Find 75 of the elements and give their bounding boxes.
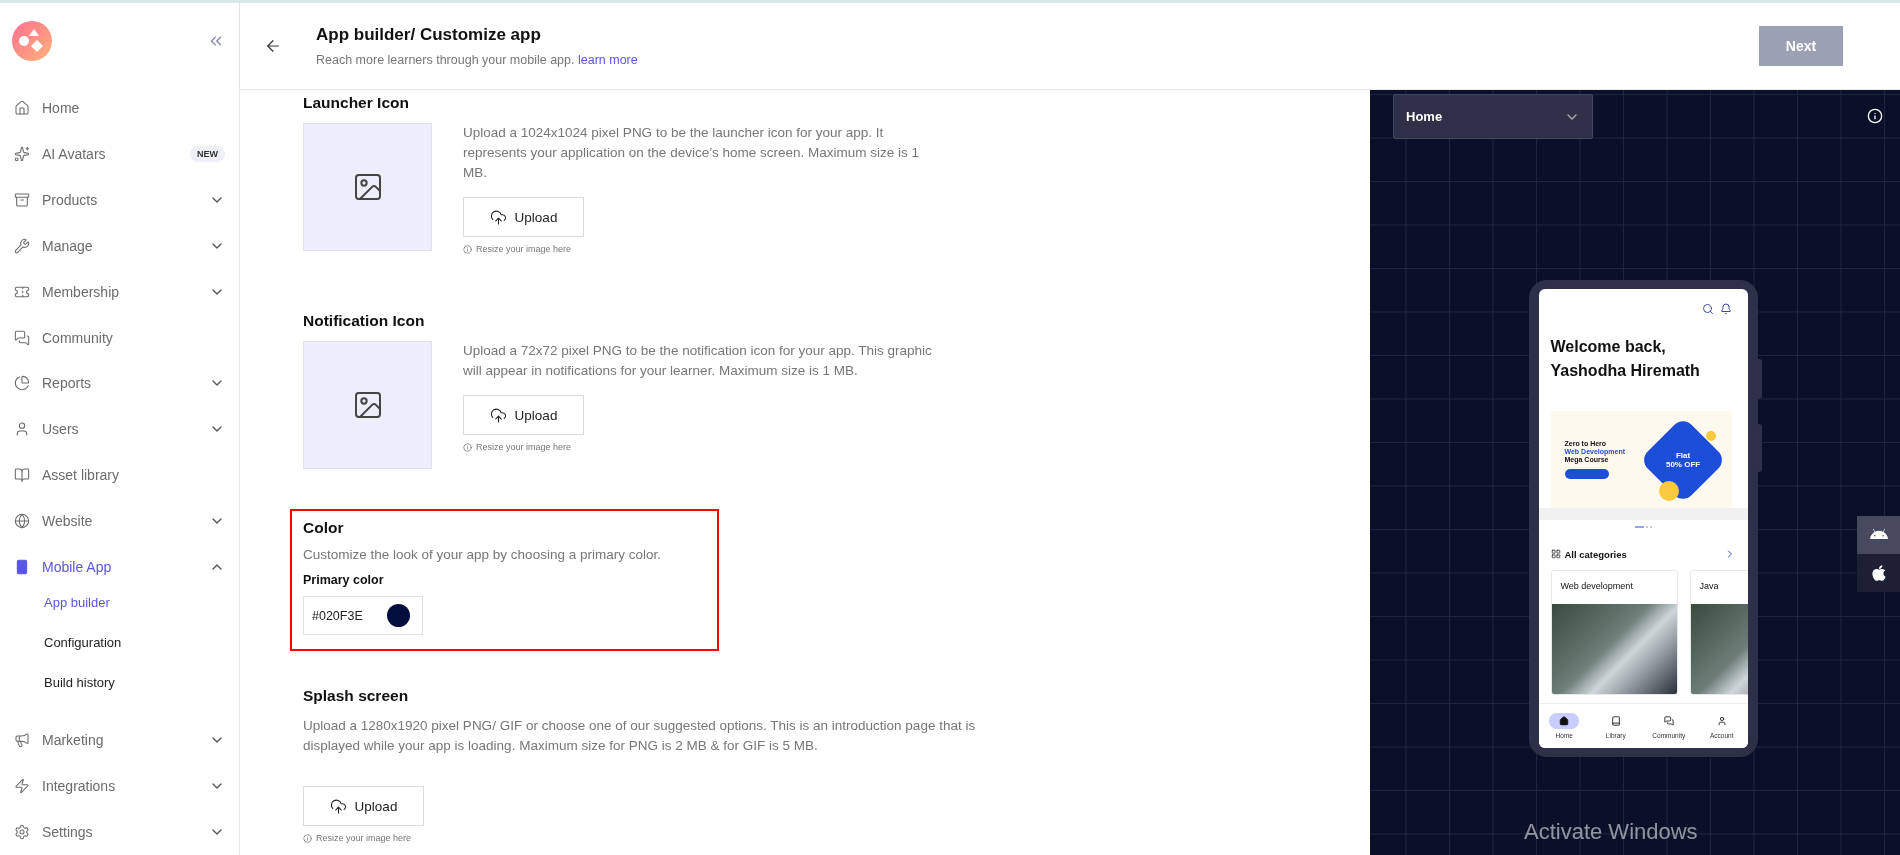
circle-decoration (1658, 481, 1679, 501)
archive-box-icon (14, 191, 30, 208)
megaphone-icon (14, 732, 30, 749)
categories-title: All categories (1564, 548, 1628, 560)
section-description: Upload a 1280x1920 pixel PNG/ GIF or choose one of our suggested options. This is an introduction page that is displayed while your app is loading. Maximum size for PNG is 2 MB & for GIF is 5 MB. (303, 717, 977, 755)
category-card[interactable]: Java (1689, 570, 1748, 695)
sidebar-item[interactable]: Integrations (0, 763, 239, 809)
section-title: Notification Icon (303, 312, 426, 330)
new-badge: NEW (190, 145, 225, 162)
info-icon (303, 833, 312, 843)
cloud-upload-icon (489, 406, 507, 424)
category-card[interactable]: Web development (1550, 570, 1678, 695)
info-icon (463, 244, 472, 254)
sidebar-item[interactable]: Users (0, 406, 239, 453)
sidebar-item[interactable]: Marketing (0, 717, 239, 764)
section-title: Launcher Icon (303, 94, 410, 112)
learn-more-link[interactable]: learn more (577, 53, 638, 67)
house-icon (1559, 716, 1570, 726)
section-description: Upload a 72x72 pixel PNG to be the notification icon for your app. This graphic will appear in notifications for your learner. Maximum size is 1 MB. (463, 342, 933, 380)
field-label: Primary color (303, 573, 385, 587)
tools-icon (14, 237, 30, 254)
sidebar-item[interactable]: Community (0, 314, 239, 361)
resize-hint: Resize your image here (463, 442, 943, 452)
upload-button[interactable]: Upload (303, 786, 424, 826)
platform-button[interactable] (1857, 554, 1900, 592)
os-watermark: Activate Windows (1524, 819, 1698, 845)
sidebar-item[interactable]: Products (0, 176, 239, 223)
circle-decoration (1705, 431, 1716, 441)
logo-icon (12, 21, 52, 61)
resize-hint: Resize your image here (303, 833, 1003, 843)
section-title: Color (303, 519, 345, 537)
lightning-icon (14, 778, 30, 794)
user-icon (1716, 716, 1727, 726)
banner-pill (1564, 469, 1609, 479)
info-button[interactable] (1867, 108, 1883, 124)
house-icon (14, 99, 30, 116)
open-book-icon (14, 467, 30, 484)
page-subtitle: Reach more learners through your mobile app. learn more (316, 53, 639, 67)
chat-bubbles-icon (14, 329, 30, 346)
sidebar-item[interactable]: AI Avatars NEW (0, 130, 239, 177)
sidebar-item[interactable]: Reports (0, 360, 239, 407)
welcome-text: Welcome back, Yashodha Hiremath (1549, 337, 1701, 381)
screen-dropdown[interactable]: Home (1393, 94, 1593, 139)
globe-icon (14, 513, 30, 530)
book-icon (1610, 716, 1621, 726)
resize-hint: Resize your image here (463, 244, 943, 254)
sidebar-subitem[interactable]: Configuration (0, 622, 239, 663)
sparkles-icon (14, 145, 30, 162)
platform-button[interactable] (1857, 516, 1900, 554)
section-description: Upload a 1024x1024 pixel PNG to be the launcher icon for your app. It represents your application on the device’s home screen. Maximum size is 1 MB. (463, 124, 920, 182)
user-icon (14, 421, 30, 438)
upload-button[interactable]: Upload (463, 395, 584, 435)
apple-icon (1869, 564, 1888, 582)
sidebar-item[interactable]: Membership (0, 268, 239, 315)
color-field[interactable]: #020F3E (303, 596, 423, 635)
sidebar-item[interactable]: Settings (0, 809, 239, 855)
sidebar-item[interactable]: Website (0, 498, 239, 545)
pie-chart-icon (14, 375, 30, 392)
grid-icon (1550, 549, 1561, 559)
page-title: App builder/ Customize app (316, 25, 542, 45)
bell-icon (1719, 303, 1732, 315)
section-description: Customize the look of your app by choosing a primary color. (303, 546, 662, 564)
search-icon (1701, 303, 1714, 315)
upload-button[interactable]: Upload (463, 197, 584, 237)
cloud-upload-icon (489, 208, 507, 226)
chat-bubbles-icon (1663, 716, 1674, 726)
cloud-upload-icon (329, 797, 347, 815)
sidebar-item[interactable]: Home (0, 85, 239, 131)
section-title: Splash screen (303, 687, 410, 705)
settings-icon (14, 823, 30, 840)
sidebar-subitem[interactable]: Build history (0, 662, 239, 703)
phone-icon (14, 559, 30, 576)
info-icon (463, 442, 472, 452)
sidebar-item[interactable]: Asset library (0, 452, 239, 499)
sidebar-item[interactable]: Manage (0, 222, 239, 269)
